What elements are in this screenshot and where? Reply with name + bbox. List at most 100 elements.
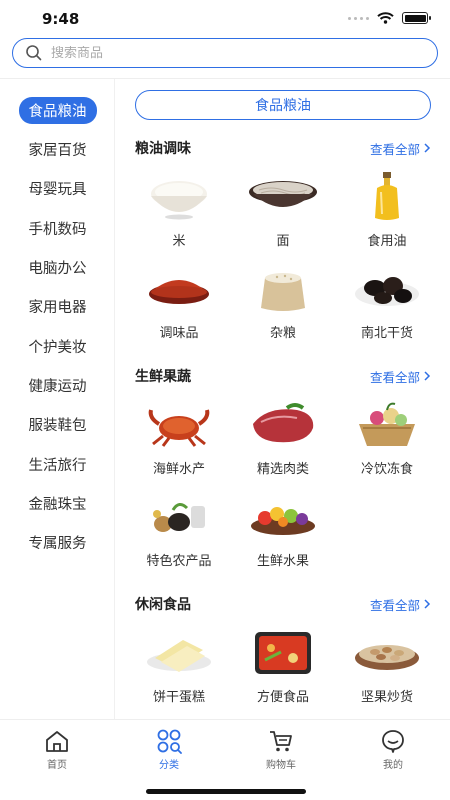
status-time: 9:48 <box>42 10 80 28</box>
search-input[interactable] <box>51 45 411 61</box>
sidebar-item-label: 服装鞋包 <box>28 417 87 434</box>
nuts-image <box>355 645 419 670</box>
status-bar: 9:48 <box>0 0 450 36</box>
product-item-frozen[interactable]: 冷饮冻食 <box>342 400 432 482</box>
section-header: 粮油调味 查看全部 <box>135 138 431 158</box>
product-label: 南北干货 <box>360 326 413 341</box>
product-item-cakes[interactable]: 饼干蛋糕 <box>134 628 224 710</box>
category-sidebar: 食品粮油 家居百货 母婴玩具 手机数码 电脑办公 家用电器 个护美妆 健康运动 … <box>0 79 115 719</box>
sidebar-item-label: 金融珠宝 <box>28 496 87 513</box>
tab-label: 首页 <box>47 760 67 771</box>
tab-label: 购物车 <box>266 760 296 771</box>
noodles-bowl-image <box>249 181 317 207</box>
sidebar-item-label: 食品粮油 <box>18 96 97 124</box>
battery-icon <box>402 12 431 24</box>
product-item-grains[interactable]: 杂粮 <box>238 264 328 346</box>
sidebar-item-label: 生活旅行 <box>28 457 87 474</box>
product-item-farm-produce[interactable]: 特色农产品 <box>134 492 224 574</box>
view-all-label: 查看全部 <box>369 369 420 385</box>
view-all-link[interactable]: 查看全部 <box>370 139 431 158</box>
sidebar-item-phones-digital[interactable]: 手机数码 <box>0 213 115 243</box>
view-all-link[interactable]: 查看全部 <box>370 367 431 386</box>
product-label: 特色农产品 <box>146 554 212 569</box>
tab-bar: 首页 分类 购物车 我的 <box>0 719 450 800</box>
product-label: 调味品 <box>159 326 199 341</box>
tab-category[interactable]: 分类 <box>134 728 204 771</box>
product-item-seasoning[interactable]: 调味品 <box>134 264 224 346</box>
status-icons <box>348 12 431 24</box>
cake-image <box>147 640 211 672</box>
profile-icon <box>382 730 404 753</box>
tab-profile[interactable]: 我的 <box>358 728 428 771</box>
sidebar-item-label: 家居百货 <box>28 142 87 159</box>
product-item-fruit[interactable]: 生鲜水果 <box>238 492 328 574</box>
dried-goods-image <box>355 277 419 306</box>
category-content: 食品粮油 粮油调味 查看全部 米 面 食用油 调味品 杂粮 南北干货 生鲜果蔬 … <box>116 79 450 719</box>
product-label: 面 <box>276 234 290 249</box>
tab-label: 我的 <box>383 760 403 771</box>
chili-powder-image <box>149 280 209 304</box>
product-label: 海鲜水产 <box>152 462 205 477</box>
sidebar-item-computer-office[interactable]: 电脑办公 <box>0 252 115 282</box>
search-bar[interactable] <box>12 38 438 68</box>
sidebar-item-food-grain-oil[interactable]: 食品粮油 <box>0 95 115 125</box>
sidebar-item-home-appliances[interactable]: 家用电器 <box>0 291 115 321</box>
product-label: 冷饮冻食 <box>360 462 413 477</box>
product-label: 坚果炒货 <box>360 690 413 705</box>
home-icon <box>46 731 68 752</box>
view-all-label: 查看全部 <box>369 141 420 157</box>
product-item-nuts[interactable]: 坚果炒货 <box>342 628 432 710</box>
sidebar-item-life-travel[interactable]: 生活旅行 <box>0 449 115 479</box>
product-item-seafood[interactable]: 海鲜水产 <box>134 400 224 482</box>
tab-home[interactable]: 首页 <box>22 728 92 771</box>
sidebar-item-apparel[interactable]: 服装鞋包 <box>0 409 115 439</box>
tab-cart[interactable]: 购物车 <box>246 728 316 771</box>
tab-label: 分类 <box>159 760 179 771</box>
sidebar-item-home-goods[interactable]: 家居百货 <box>0 134 115 164</box>
sidebar-item-baby-toys[interactable]: 母婴玩具 <box>0 173 115 203</box>
frozen-food-image <box>359 402 415 446</box>
product-label: 方便食品 <box>256 690 309 705</box>
product-item-meat[interactable]: 精选肉类 <box>238 400 328 482</box>
product-label: 食用油 <box>367 234 407 249</box>
sidebar-item-label: 手机数码 <box>28 221 87 238</box>
sidebar-item-label: 母婴玩具 <box>28 181 87 198</box>
chevron-right-icon <box>424 143 431 153</box>
product-item-dried-goods[interactable]: 南北干货 <box>342 264 432 346</box>
product-item-instant-food[interactable]: 方便食品 <box>238 628 328 710</box>
product-label: 饼干蛋糕 <box>152 690 205 705</box>
section-header: 生鲜果蔬 查看全部 <box>135 366 431 386</box>
home-indicator <box>146 789 306 794</box>
meat-image <box>253 403 314 443</box>
product-item-rice[interactable]: 米 <box>134 172 224 254</box>
sidebar-item-label: 健康运动 <box>28 378 87 395</box>
oil-bottle-image <box>375 172 399 220</box>
sidebar-item-health-sports[interactable]: 健康运动 <box>0 370 115 400</box>
sidebar-item-beauty[interactable]: 个护美妆 <box>0 331 115 361</box>
product-item-noodles[interactable]: 面 <box>238 172 328 254</box>
screen: 9:48 食品粮油 家居百货 母婴玩具 手机数码 电脑办公 家用电器 个护美妆 … <box>0 0 450 800</box>
product-item-cooking-oil[interactable]: 食用油 <box>342 172 432 254</box>
rice-bowl-image <box>151 181 207 220</box>
chevron-right-icon <box>424 599 431 609</box>
fruit-plate-image <box>251 507 315 535</box>
farm-produce-image <box>153 503 205 532</box>
sidebar-item-exclusive-services[interactable]: 专属服务 <box>0 527 115 557</box>
chevron-right-icon <box>424 371 431 381</box>
product-label: 生鲜水果 <box>256 554 309 569</box>
cart-icon <box>270 731 292 752</box>
sidebar-item-label: 家用电器 <box>28 299 87 316</box>
search-icon <box>26 45 42 61</box>
product-label: 精选肉类 <box>256 462 309 477</box>
view-all-label: 查看全部 <box>369 597 420 613</box>
sidebar-item-finance-jewelry[interactable]: 金融珠宝 <box>0 488 115 518</box>
section-title: 休闲食品 <box>135 597 191 613</box>
wifi-icon <box>377 12 394 24</box>
section-title: 粮油调味 <box>135 141 191 157</box>
category-title-button[interactable]: 食品粮油 <box>135 90 431 120</box>
signal-icon <box>348 16 369 20</box>
sidebar-item-label: 专属服务 <box>28 535 87 552</box>
category-icon <box>157 729 182 754</box>
view-all-link[interactable]: 查看全部 <box>370 595 431 614</box>
section-header: 休闲食品 查看全部 <box>135 594 431 614</box>
